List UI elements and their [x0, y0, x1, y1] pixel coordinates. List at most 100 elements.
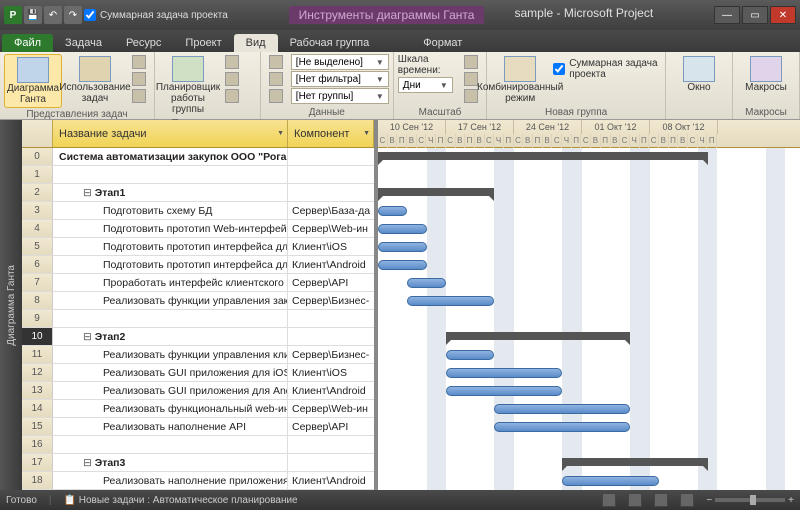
cell-name[interactable]: Реализовать наполнение приложения Andro [53, 472, 288, 489]
other-views-button[interactable] [128, 88, 150, 104]
cell-component[interactable] [288, 310, 374, 327]
view-resource-icon[interactable] [680, 493, 694, 507]
zoom-button[interactable] [460, 54, 482, 70]
cell-name[interactable]: Реализовать GUI приложения для Android [53, 382, 288, 399]
cell-id[interactable]: 0 [22, 148, 53, 165]
task-bar[interactable] [446, 386, 562, 396]
gantt-chart[interactable]: 10 Сен '1217 Сен '1224 Сен '1201 Окт '12… [378, 120, 800, 490]
cell-id[interactable]: 11 [22, 346, 53, 363]
redo-icon[interactable]: ↷ [64, 6, 82, 24]
task-bar[interactable] [407, 296, 494, 306]
cell-component[interactable] [288, 184, 374, 201]
cell-name[interactable]: Проработать интерфейс клиентского API [53, 274, 288, 291]
cell-component[interactable] [288, 436, 374, 453]
table-row[interactable]: 1 [22, 166, 374, 184]
cell-id[interactable]: 6 [22, 256, 53, 273]
cell-name[interactable]: Подготовить прототип интерфейса для Andr… [53, 256, 288, 273]
task-bar[interactable] [407, 278, 446, 288]
table-row[interactable]: 14Реализовать функциональный web-интерфе… [22, 400, 374, 418]
table-row[interactable]: 8Реализовать функции управления заказами… [22, 292, 374, 310]
table-row[interactable]: 6Подготовить прототип интерфейса для And… [22, 256, 374, 274]
cell-name[interactable]: Подготовить схему БД [53, 202, 288, 219]
task-bar[interactable] [446, 368, 562, 378]
highlight-combo[interactable]: [Не выделено]▼ [291, 54, 389, 70]
task-bar[interactable] [446, 350, 495, 360]
table-row[interactable]: 17Этап3 [22, 454, 374, 472]
col-component[interactable]: Компонент▼ [288, 120, 374, 147]
view-usage-icon[interactable] [628, 493, 642, 507]
tab-file[interactable]: Файл [2, 34, 53, 52]
task-bar[interactable] [562, 476, 659, 486]
task-bar[interactable] [378, 242, 427, 252]
table-row[interactable]: 18Реализовать наполнение приложения Andr… [22, 472, 374, 490]
table-row[interactable]: 3Подготовить схему БДСервер\База-да [22, 202, 374, 220]
task-bar[interactable] [494, 422, 630, 432]
save-icon[interactable]: 💾 [24, 6, 42, 24]
col-name[interactable]: Название задачи▼ [53, 120, 288, 147]
cell-id[interactable]: 7 [22, 274, 53, 291]
table-row[interactable]: 9 [22, 310, 374, 328]
cell-name[interactable] [53, 166, 288, 183]
cell-id[interactable]: 8 [22, 292, 53, 309]
task-bar[interactable] [494, 404, 630, 414]
other-resource-button[interactable] [221, 88, 243, 104]
cell-component[interactable]: Клиент\iOS [288, 238, 374, 255]
cell-id[interactable]: 13 [22, 382, 53, 399]
undo-icon[interactable]: ↶ [44, 6, 62, 24]
tab-view[interactable]: Вид [234, 34, 278, 52]
group-combo[interactable]: [Нет группы]▼ [291, 88, 389, 104]
cell-id[interactable]: 16 [22, 436, 53, 453]
gantt-body[interactable] [378, 148, 800, 490]
cell-component[interactable]: Сервер\Web-ин [288, 400, 374, 417]
cell-component[interactable]: Сервер\API [288, 418, 374, 435]
table-row[interactable]: 10Этап2 [22, 328, 374, 346]
cell-id[interactable]: 10 [22, 328, 53, 345]
resource-usage-button[interactable] [221, 54, 243, 70]
cell-name[interactable]: Реализовать функциональный web-интерфейс [53, 400, 288, 417]
cell-component[interactable]: Клиент\Android [288, 256, 374, 273]
cell-component[interactable]: Клиент\Android [288, 472, 374, 489]
task-bar[interactable] [378, 260, 427, 270]
cell-component[interactable]: Сервер\Бизнес- [288, 292, 374, 309]
tab-team[interactable]: Рабочая группа [278, 34, 382, 52]
cell-component[interactable] [288, 454, 374, 471]
zoom-slider[interactable]: − + [706, 495, 794, 506]
minimize-button[interactable]: — [714, 6, 740, 24]
col-id[interactable] [22, 120, 53, 147]
table-row[interactable]: 0Система автоматизации закупок ООО "Рога… [22, 148, 374, 166]
cell-name[interactable]: Реализовать функции управления заказами [53, 292, 288, 309]
tab-resource[interactable]: Ресурс [114, 34, 173, 52]
team-planner-button[interactable]: Планировщик работы группы [159, 54, 217, 117]
maximize-button[interactable]: ▭ [742, 6, 768, 24]
task-bar[interactable] [378, 224, 427, 234]
cell-name[interactable]: Реализовать наполнение API [53, 418, 288, 435]
cell-component[interactable]: Клиент\Android [288, 382, 374, 399]
cell-component[interactable]: Сервер\База-да [288, 202, 374, 219]
cell-component[interactable]: Сервер\Бизнес- [288, 346, 374, 363]
zoom-in-icon[interactable]: + [788, 495, 794, 506]
cell-id[interactable]: 2 [22, 184, 53, 201]
cell-name[interactable]: Подготовить прототип интерфейса для iOS [53, 238, 288, 255]
cell-id[interactable]: 15 [22, 418, 53, 435]
cell-name[interactable] [53, 310, 288, 327]
cell-id[interactable]: 17 [22, 454, 53, 471]
summary-bar[interactable] [446, 332, 630, 340]
table-row[interactable]: 11Реализовать функции управления клиента… [22, 346, 374, 364]
split-view-button[interactable]: Комбинированный режим [491, 54, 549, 106]
view-bar[interactable]: Диаграмма Ганта [0, 120, 22, 490]
network-diagram-button[interactable] [128, 54, 150, 70]
timescale-combo[interactable]: Дни▼ [398, 77, 453, 93]
summary-bar[interactable] [562, 458, 708, 466]
cell-component[interactable]: Клиент\iOS [288, 364, 374, 381]
tables-button[interactable] [265, 88, 287, 104]
close-button[interactable]: ✕ [770, 6, 796, 24]
cell-name[interactable]: Этап1 [53, 184, 288, 201]
view-planner-icon[interactable] [654, 493, 668, 507]
macros-button[interactable]: Макросы [737, 54, 795, 95]
cell-id[interactable]: 3 [22, 202, 53, 219]
cell-name[interactable]: Реализовать GUI приложения для iOS [53, 364, 288, 381]
outline-button[interactable] [265, 71, 287, 87]
view-gantt-icon[interactable] [602, 493, 616, 507]
table-row[interactable]: 2Этап1 [22, 184, 374, 202]
task-usage-button[interactable]: Использование задач [66, 54, 124, 106]
